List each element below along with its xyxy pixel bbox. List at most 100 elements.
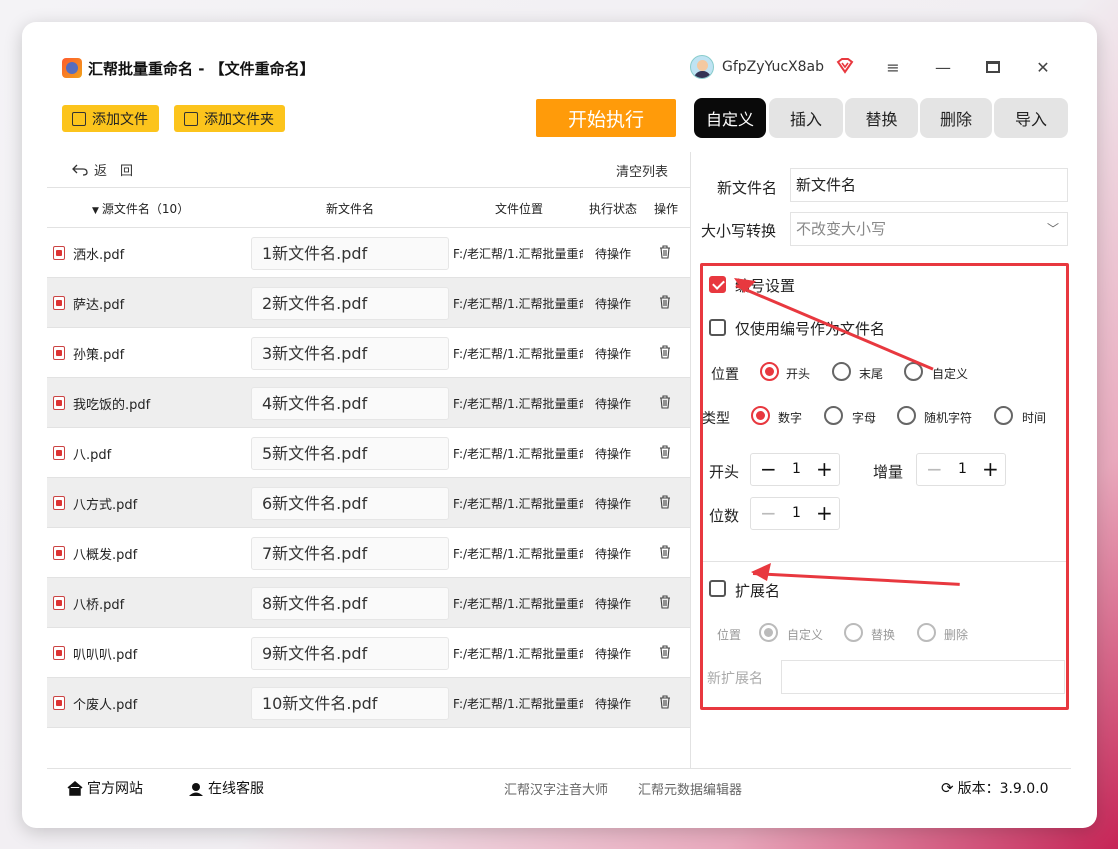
new-filename-field[interactable]: 1新文件名.pdf: [251, 237, 449, 270]
table-row[interactable]: 八方式.pdf 6新文件名.pdf F:/老汇帮/1.汇帮批量重命 待操作: [47, 478, 690, 528]
only-number-checkbox[interactable]: [709, 319, 726, 336]
minimize-icon[interactable]: —: [928, 54, 958, 80]
ext-replace-label: 替换: [871, 628, 896, 642]
table-row[interactable]: 八概发.pdf 7新文件名.pdf F:/老汇帮/1.汇帮批量重命 待操作: [47, 528, 690, 578]
plus-icon[interactable]: +: [982, 458, 999, 480]
trash-icon[interactable]: [659, 395, 671, 409]
digits-value[interactable]: 1: [792, 505, 801, 521]
trash-icon[interactable]: [659, 245, 671, 259]
app-title: 汇帮批量重命名 - 【文件重命名】: [88, 60, 315, 78]
trash-icon[interactable]: [659, 695, 671, 709]
new-ext-input[interactable]: [781, 660, 1065, 694]
user-avatar[interactable]: [690, 55, 714, 79]
column-source[interactable]: ▼ 源文件名（10）: [92, 200, 189, 217]
type-letter-radio[interactable]: [824, 406, 843, 425]
table-row[interactable]: 个废人.pdf 10新文件名.pdf F:/老汇帮/1.汇帮批量重命 待操作: [47, 678, 690, 728]
source-filename: 八概发.pdf: [73, 548, 138, 563]
status-text: 待操作: [595, 697, 632, 711]
username[interactable]: GfpZyYucX8ab: [722, 59, 824, 75]
table-row[interactable]: 萨达.pdf 2新文件名.pdf F:/老汇帮/1.汇帮批量重命 待操作: [47, 278, 690, 328]
tab-replace[interactable]: 替换: [845, 98, 918, 138]
trash-icon[interactable]: [659, 445, 671, 459]
new-filename-field[interactable]: 4新文件名.pdf: [251, 387, 449, 420]
column-location: 文件位置: [495, 202, 544, 216]
trash-icon[interactable]: [659, 595, 671, 609]
vip-badge-icon[interactable]: [836, 58, 854, 74]
trash-icon[interactable]: [659, 345, 671, 359]
minus-icon[interactable]: −: [926, 458, 943, 480]
table-row[interactable]: 洒水.pdf 1新文件名.pdf F:/老汇帮/1.汇帮批量重命 待操作: [47, 228, 690, 278]
new-filename-field[interactable]: 5新文件名.pdf: [251, 437, 449, 470]
start-stepper[interactable]: − 1 +: [750, 453, 840, 486]
type-time-label: 时间: [1022, 411, 1047, 425]
type-time-radio[interactable]: [994, 406, 1013, 425]
clear-list-button[interactable]: 清空列表: [616, 161, 668, 180]
tab-custom[interactable]: 自定义: [694, 98, 766, 138]
tab-insert[interactable]: 插入: [769, 98, 843, 138]
new-filename-field[interactable]: 3新文件名.pdf: [251, 337, 449, 370]
trash-icon[interactable]: [659, 495, 671, 509]
case-select-value: 不改变大小写: [796, 220, 887, 238]
tab-import[interactable]: 导入: [994, 98, 1068, 138]
type-letter-label: 字母: [852, 411, 877, 425]
type-number-radio[interactable]: [751, 406, 770, 425]
app-window: 汇帮批量重命名 - 【文件重命名】 GfpZyYucX8ab ≡ — ✕ 添加文…: [22, 22, 1097, 828]
table-row[interactable]: 八.pdf 5新文件名.pdf F:/老汇帮/1.汇帮批量重命 待操作: [47, 428, 690, 478]
ext-custom-radio[interactable]: [759, 623, 778, 642]
digits-stepper[interactable]: − 1 +: [750, 497, 840, 530]
maximize-icon[interactable]: [978, 54, 1008, 80]
new-filename-field[interactable]: 7新文件名.pdf: [251, 537, 449, 570]
trash-icon[interactable]: [659, 295, 671, 309]
new-filename-field[interactable]: 10新文件名.pdf: [251, 687, 449, 720]
column-new-name: 新文件名: [326, 202, 375, 216]
version-label: 版本：3.9.0.0: [957, 781, 1049, 797]
minus-icon[interactable]: −: [760, 458, 777, 480]
increment-stepper[interactable]: − 1 +: [916, 453, 1006, 486]
position-start-radio[interactable]: [760, 362, 779, 381]
menu-icon[interactable]: ≡: [878, 54, 908, 80]
add-file-label: 添加文件: [92, 111, 148, 128]
start-button[interactable]: 开始执行: [536, 99, 676, 137]
new-name-input[interactable]: 新文件名: [790, 168, 1068, 202]
file-location: F:/老汇帮/1.汇帮批量重命: [453, 247, 583, 261]
trash-icon[interactable]: [659, 645, 671, 659]
table-row[interactable]: 八桥.pdf 8新文件名.pdf F:/老汇帮/1.汇帮批量重命 待操作: [47, 578, 690, 628]
version-info[interactable]: ⟳ 版本：3.9.0.0: [941, 778, 1049, 798]
source-filename: 八方式.pdf: [73, 498, 138, 513]
website-link[interactable]: 官方网站: [67, 778, 143, 798]
status-text: 待操作: [595, 247, 632, 261]
website-label: 官方网站: [87, 781, 143, 797]
pdf-file-icon: [53, 296, 65, 310]
add-file-button[interactable]: 添加文件: [62, 105, 159, 132]
plus-icon[interactable]: +: [816, 458, 833, 480]
back-button[interactable]: 返 回: [72, 160, 133, 179]
ext-delete-radio[interactable]: [917, 623, 936, 642]
extension-checkbox[interactable]: [709, 580, 726, 597]
table-row[interactable]: 孙策.pdf 3新文件名.pdf F:/老汇帮/1.汇帮批量重命 待操作: [47, 328, 690, 378]
metadata-tool-link[interactable]: 汇帮元数据编辑器: [638, 779, 742, 798]
new-filename-field[interactable]: 2新文件名.pdf: [251, 287, 449, 320]
plus-icon[interactable]: +: [816, 502, 833, 524]
minus-icon[interactable]: −: [760, 502, 777, 524]
trash-icon[interactable]: [659, 545, 671, 559]
pinyin-tool-link[interactable]: 汇帮汉字注音大师: [504, 779, 608, 798]
only-number-label: 仅使用编号作为文件名: [735, 320, 886, 338]
ext-replace-radio[interactable]: [844, 623, 863, 642]
numbering-checkbox[interactable]: [709, 276, 726, 293]
new-filename-field[interactable]: 8新文件名.pdf: [251, 587, 449, 620]
close-icon[interactable]: ✕: [1028, 54, 1058, 80]
start-value[interactable]: 1: [792, 461, 801, 477]
new-ext-label: 新扩展名: [707, 671, 763, 687]
position-end-radio[interactable]: [832, 362, 851, 381]
column-action: 操作: [654, 202, 679, 216]
table-row[interactable]: 我吃饭的.pdf 4新文件名.pdf F:/老汇帮/1.汇帮批量重命 待操作: [47, 378, 690, 428]
case-select[interactable]: 不改变大小写 ﹀: [790, 212, 1068, 246]
increment-value[interactable]: 1: [958, 461, 967, 477]
new-filename-field[interactable]: 9新文件名.pdf: [251, 637, 449, 670]
support-link[interactable]: 在线客服: [188, 778, 264, 798]
type-random-radio[interactable]: [897, 406, 916, 425]
add-folder-button[interactable]: 添加文件夹: [174, 105, 285, 132]
table-row[interactable]: 叭叭叭.pdf 9新文件名.pdf F:/老汇帮/1.汇帮批量重命 待操作: [47, 628, 690, 678]
new-filename-field[interactable]: 6新文件名.pdf: [251, 487, 449, 520]
tab-delete[interactable]: 删除: [920, 98, 992, 138]
